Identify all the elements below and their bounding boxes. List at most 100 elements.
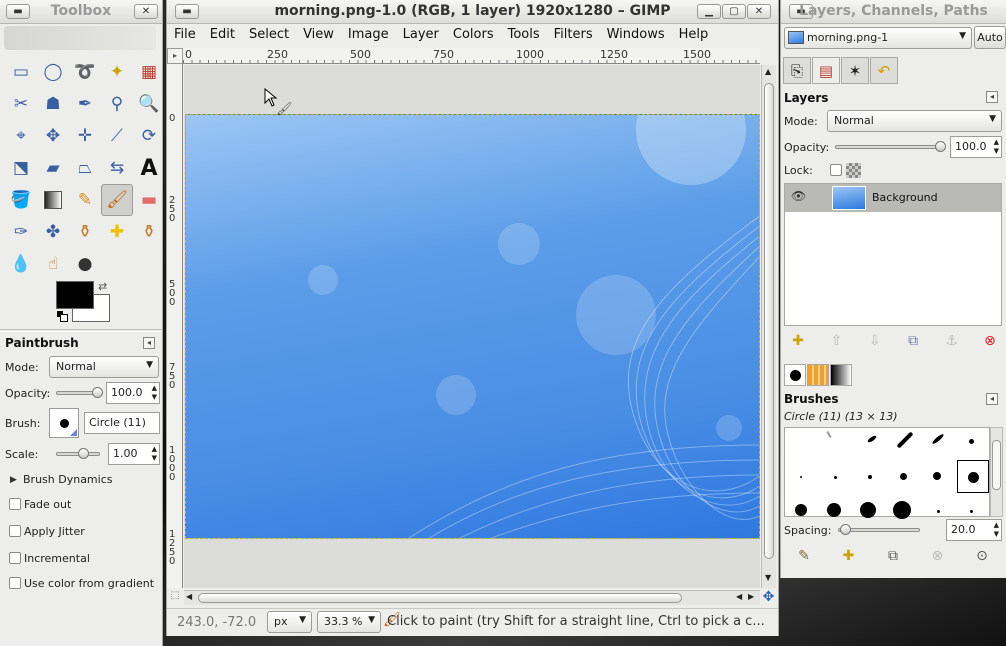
menu-view[interactable]: View: [296, 25, 341, 47]
dodge-burn-icon[interactable]: ●: [69, 248, 101, 280]
menu-file[interactable]: File: [167, 25, 203, 47]
eye-icon[interactable]: 👁: [791, 189, 806, 203]
layer-opacity-slider-handle[interactable]: [935, 141, 946, 152]
text-icon[interactable]: A: [133, 152, 162, 184]
auto-button[interactable]: Auto: [974, 26, 1006, 49]
perspective-clone-icon[interactable]: ⚱: [133, 216, 162, 248]
airbrush-icon[interactable]: ✑: [5, 216, 37, 248]
image-canvas[interactable]: [185, 114, 760, 539]
brush-name-field[interactable]: Circle (11): [84, 412, 160, 434]
image-window-titlebar[interactable]: ▬ morning.png-1.0 (RGB, 1 layer) 1920x12…: [167, 0, 778, 24]
tab-gradients-icon[interactable]: [830, 364, 852, 386]
scroll-right-icon[interactable]: ◀: [736, 592, 742, 601]
tab-undo-icon[interactable]: ↶: [870, 57, 898, 84]
menu-image[interactable]: Image: [341, 25, 396, 47]
incremental-checkbox[interactable]: [9, 552, 21, 564]
menu-tools[interactable]: Tools: [501, 25, 547, 47]
vertical-ruler[interactable]: 0 250 500 750 1000 1250: [167, 64, 183, 588]
brush-item[interactable]: [826, 430, 832, 439]
horizontal-scroll-thumb[interactable]: [198, 593, 682, 603]
maximize-button[interactable]: ▢: [722, 4, 746, 19]
fade-out-checkbox[interactable]: [9, 498, 21, 510]
selected-brush[interactable]: [957, 460, 989, 493]
brush-item[interactable]: [969, 439, 974, 444]
brush-preview[interactable]: [49, 408, 79, 438]
close-button[interactable]: ✕: [747, 4, 771, 19]
menu-edit[interactable]: Edit: [203, 25, 242, 47]
foreground-color-swatch[interactable]: [56, 281, 94, 309]
canvas-area[interactable]: [184, 65, 760, 588]
brush-item[interactable]: [896, 431, 914, 449]
brush-item[interactable]: [933, 472, 941, 480]
menu-windows[interactable]: Windows: [600, 25, 672, 47]
clone-icon[interactable]: ⚱: [69, 216, 101, 248]
paths-icon[interactable]: ✒: [69, 88, 101, 120]
brushes-menu-icon[interactable]: ◂: [986, 393, 998, 405]
brush-grid[interactable]: [784, 427, 990, 519]
rotate-icon[interactable]: ⟳: [133, 120, 162, 152]
tab-paths-icon[interactable]: ✶: [841, 57, 869, 84]
spacing-spinner[interactable]: 20.0 ▲ ▼: [946, 519, 1002, 541]
refresh-brushes-icon[interactable]: ⊙: [971, 548, 993, 564]
blur-icon[interactable]: 💧: [5, 248, 37, 280]
unit-select[interactable]: px ▼: [267, 611, 312, 633]
brush-item[interactable]: [866, 434, 878, 444]
shear-icon[interactable]: ▰: [37, 152, 69, 184]
scroll-left-icon[interactable]: ◀: [186, 592, 192, 601]
paintbrush-icon[interactable]: 🖌: [101, 184, 133, 216]
move-icon[interactable]: ✥: [37, 120, 69, 152]
tab-layers-icon[interactable]: ▤: [812, 57, 840, 84]
brush-item[interactable]: [834, 476, 837, 479]
brush-item[interactable]: [800, 476, 802, 478]
mode-select[interactable]: Normal ▼: [49, 356, 159, 378]
brush-grid-scroll-thumb[interactable]: [992, 440, 1001, 490]
menu-colors[interactable]: Colors: [446, 25, 501, 47]
tool-options-menu-icon[interactable]: ◂: [143, 337, 155, 349]
fuzzy-select-icon[interactable]: ✦: [101, 56, 133, 88]
brush-item[interactable]: [868, 475, 872, 479]
swap-colors-icon[interactable]: ⇄: [98, 280, 107, 293]
color-picker-icon[interactable]: ⚲: [101, 88, 133, 120]
lower-layer-icon[interactable]: ⇩: [863, 333, 887, 353]
navigation-icon[interactable]: ✥: [761, 589, 776, 605]
layer-opacity-spinner[interactable]: 100.0 ▲ ▼: [950, 136, 1002, 158]
new-brush-icon[interactable]: ✚: [838, 548, 860, 564]
brush-item[interactable]: [931, 432, 945, 446]
bucket-fill-icon[interactable]: 🪣: [5, 184, 37, 216]
toolbox-close-button[interactable]: ✕: [134, 4, 158, 19]
layers-list[interactable]: 👁 Background: [784, 183, 1002, 326]
zoom-select[interactable]: 33.3 % ▼: [317, 611, 381, 633]
free-select-icon[interactable]: ➰: [69, 56, 101, 88]
scroll-down-icon[interactable]: ▼: [765, 573, 771, 582]
scale-icon[interactable]: ⬔: [5, 152, 37, 184]
brush-item[interactable]: [900, 473, 907, 480]
raise-layer-icon[interactable]: ⇧: [824, 333, 848, 353]
select-by-color-icon[interactable]: ▦: [133, 56, 162, 88]
layer-mode-select[interactable]: Normal ▼: [827, 110, 1002, 132]
edit-brush-icon[interactable]: ✎: [793, 548, 815, 564]
brush-grid-scrollbar[interactable]: [990, 427, 1003, 517]
zoom-icon[interactable]: 🔍: [133, 88, 162, 120]
scissors-icon[interactable]: ✂: [5, 88, 37, 120]
scale-slider-handle[interactable]: [78, 448, 89, 459]
lock-alpha-checkbox[interactable]: [830, 164, 842, 176]
navigate-icon[interactable]: ⬚: [167, 590, 183, 606]
opacity-spinner[interactable]: 100.0 ▲ ▼: [106, 382, 160, 404]
dock-titlebar[interactable]: ▬ Layers, Channels, Paths: [781, 0, 1006, 24]
toolbox-titlebar[interactable]: ▬ Toolbox ✕: [0, 0, 162, 24]
scroll-right-icon[interactable]: ▶: [748, 592, 754, 601]
menu-select[interactable]: Select: [242, 25, 296, 47]
menu-layer[interactable]: Layer: [396, 25, 446, 47]
brush-item[interactable]: [860, 502, 876, 518]
layer-opacity-slider[interactable]: [835, 145, 943, 149]
brush-item[interactable]: [893, 501, 911, 519]
pencil-icon[interactable]: ✎: [69, 184, 101, 216]
vertical-scroll-thumb[interactable]: [764, 83, 774, 559]
rect-select-icon[interactable]: ▭: [5, 56, 37, 88]
minimize-button[interactable]: ▁: [697, 4, 721, 19]
ellipse-select-icon[interactable]: ◯: [37, 56, 69, 88]
duplicate-layer-icon[interactable]: ⧉: [901, 333, 925, 353]
delete-layer-icon[interactable]: ⊗: [978, 333, 1002, 353]
reset-colors-icon[interactable]: [57, 311, 68, 322]
duplicate-brush-icon[interactable]: ⧉: [882, 548, 904, 564]
